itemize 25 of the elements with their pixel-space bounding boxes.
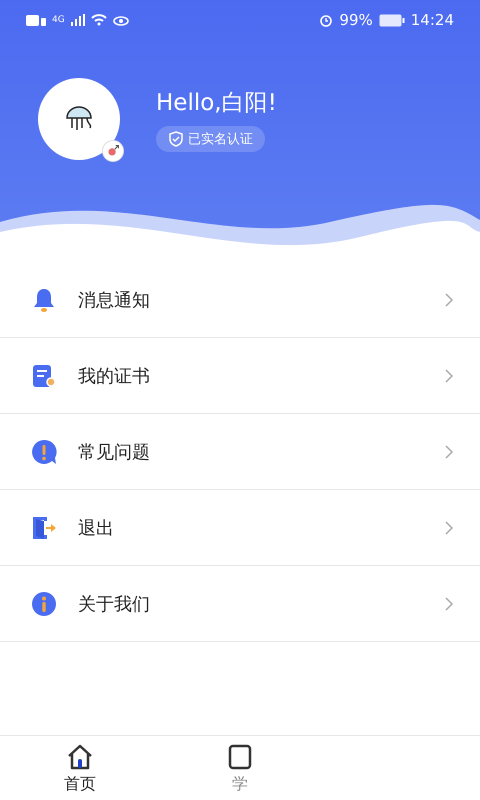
chevron-icon (444, 520, 454, 536)
chevron-icon (444, 368, 454, 384)
chevron-icon (444, 292, 454, 308)
chevron-icon (444, 444, 454, 460)
alarm-icon (319, 13, 334, 27)
verified-badge: 已实名认证 (156, 126, 265, 152)
info-icon (30, 590, 58, 618)
eye-icon (112, 14, 129, 26)
menu-item[interactable]: 退出 (0, 490, 480, 566)
battery-icon (378, 14, 405, 26)
menu-item[interactable]: 常见问题 (0, 414, 480, 490)
clock-time: 14:24 (410, 11, 454, 29)
tab[interactable]: 学 (160, 736, 320, 800)
battery-percent: 99% (339, 11, 373, 29)
chevron-icon (444, 596, 454, 612)
greeting: Hello,白阳! (156, 88, 277, 118)
menu-item[interactable]: 关于我们 (0, 566, 480, 642)
tab[interactable]: 首页 (0, 736, 160, 800)
network-type: 4G (52, 15, 65, 25)
menu-item[interactable]: 消息通知 (0, 262, 480, 338)
menu-item[interactable]: 我的证书 (0, 338, 480, 414)
signal-icon (70, 14, 85, 26)
exclamation-bubble-icon (30, 438, 58, 466)
wifi-icon (90, 14, 107, 26)
gender-icon (102, 140, 124, 162)
